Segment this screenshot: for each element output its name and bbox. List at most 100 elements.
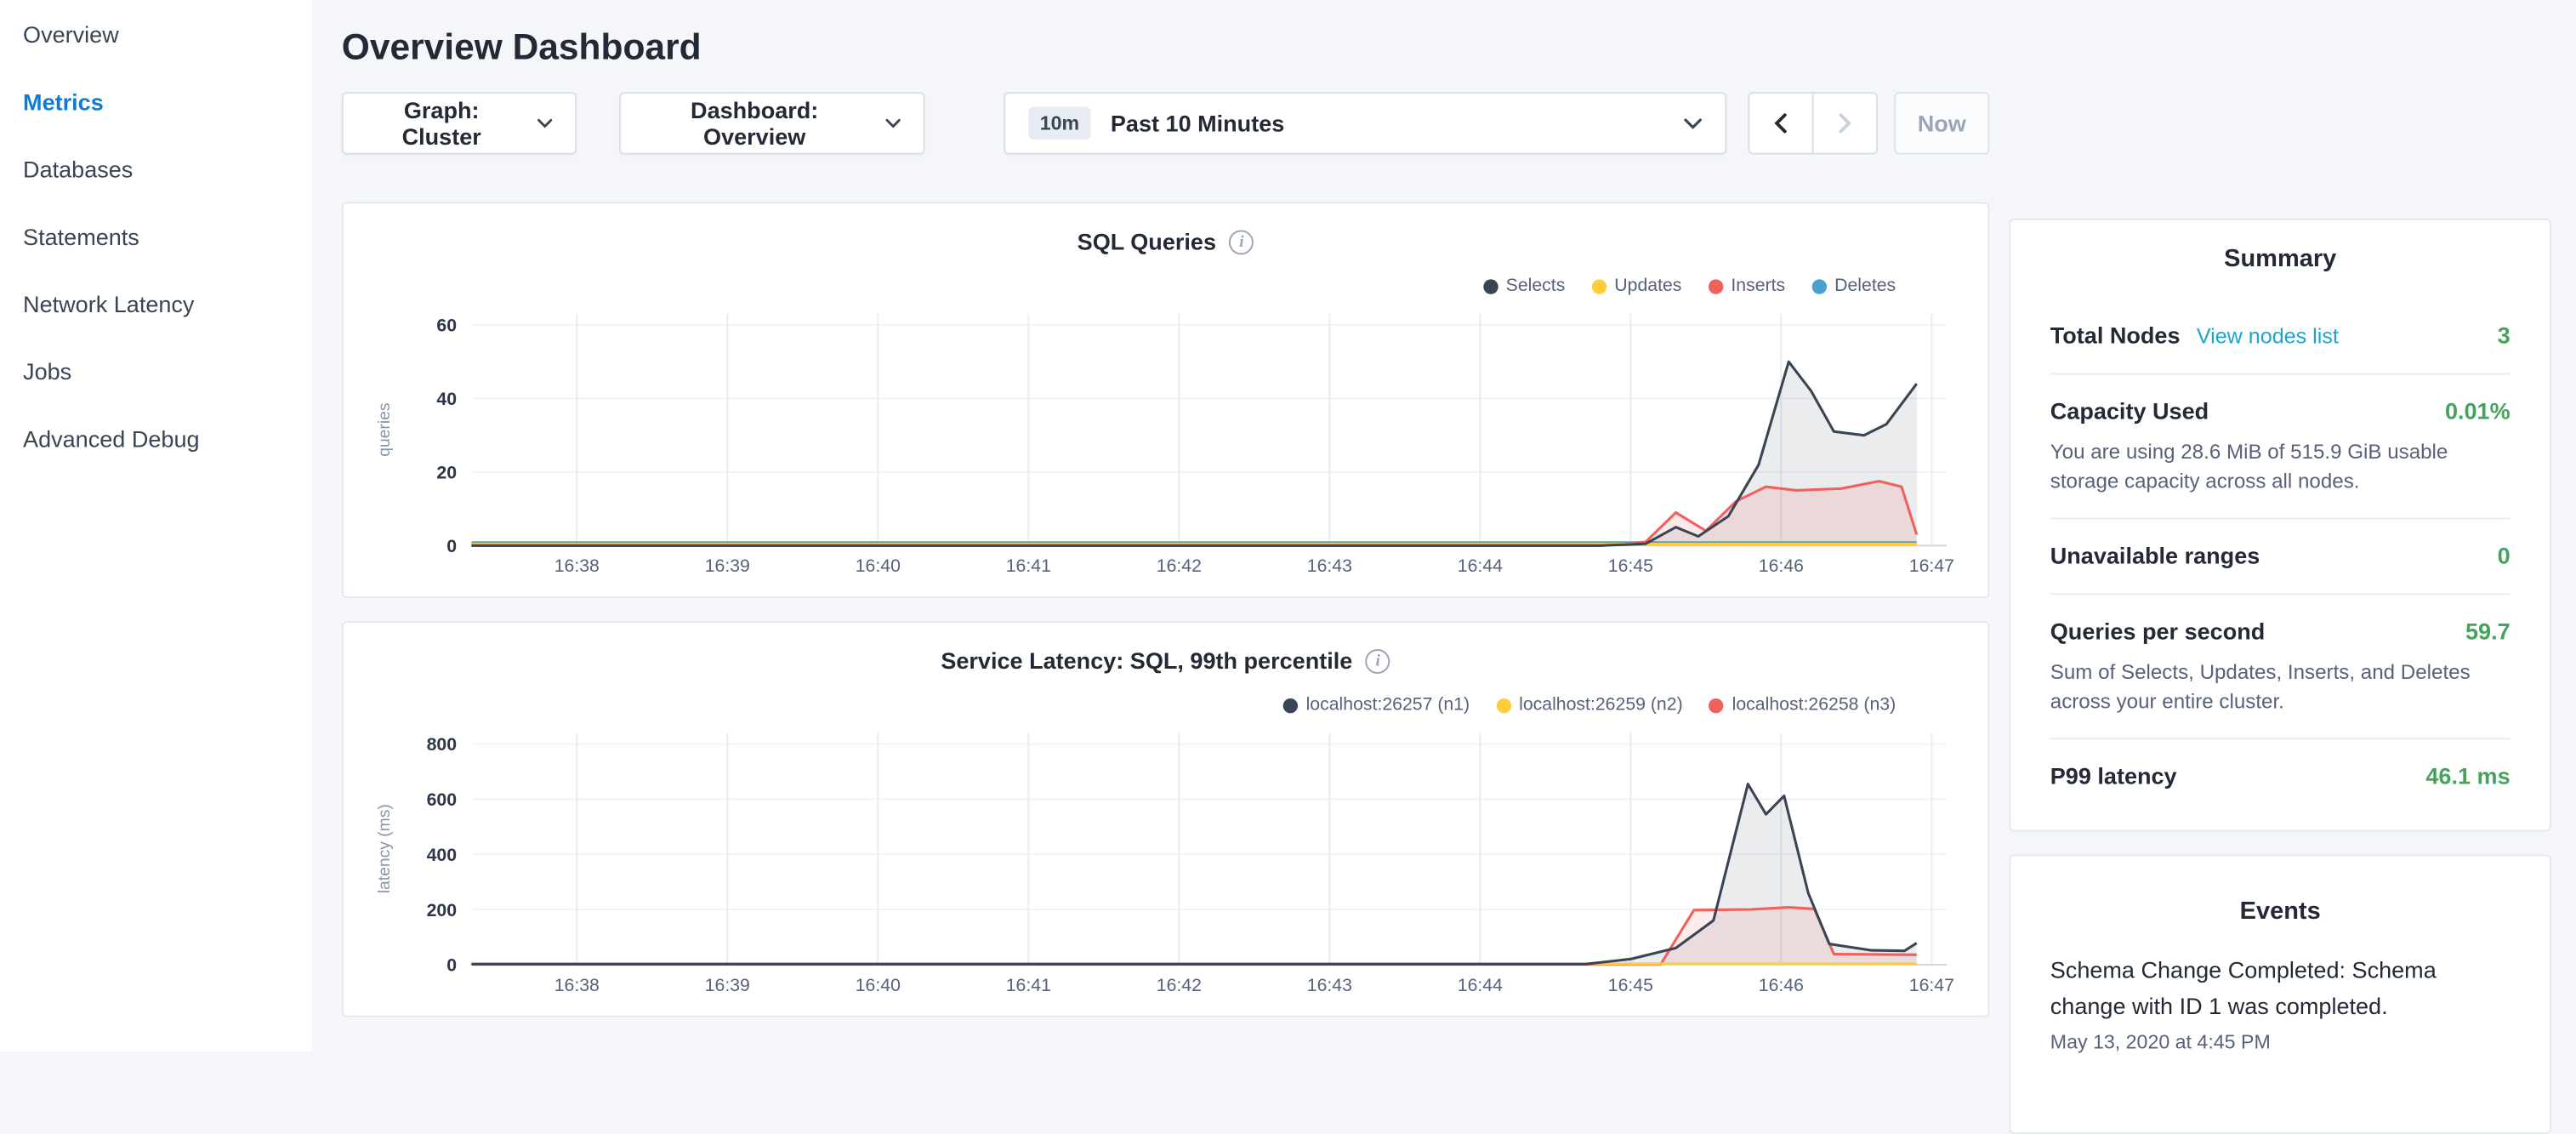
chart-title-row: Service Latency: SQL, 99th percentile i <box>370 623 1962 677</box>
sidebar-item-network-latency[interactable]: Network Latency <box>0 271 312 339</box>
summary-value: 0 <box>2498 542 2511 568</box>
chart-legend: localhost:26257 (n1) localhost:26259 (n2)… <box>370 693 1962 716</box>
events-panel: Events Schema Change Completed: Schema c… <box>2009 854 2550 1133</box>
x-tick-label: 16:45 <box>1608 975 1653 995</box>
x-tick-label: 16:44 <box>1458 556 1503 576</box>
chart-legend: Selects Updates Inserts Deletes <box>370 275 1962 298</box>
summary-row-capacity-used: Capacity Used 0.01% You are using 28.6 M… <box>2050 373 2511 517</box>
graph-scope-dropdown[interactable]: Graph: Cluster <box>342 92 577 154</box>
time-controls: 10m Past 10 Minutes Now <box>1004 92 1989 154</box>
time-range-badge: 10m <box>1028 107 1090 140</box>
summary-row-p99-latency: P99 latency 46.1 ms <box>2050 738 2511 813</box>
now-button[interactable]: Now <box>1894 92 1989 154</box>
chevron-down-icon <box>884 118 900 128</box>
legend-item[interactable]: Deletes <box>1811 275 1896 298</box>
legend-dot-icon <box>1496 698 1510 712</box>
summary-title: Summary <box>2050 243 2511 276</box>
time-next-button[interactable] <box>1812 92 1878 154</box>
y-tick-label: 800 <box>427 734 457 755</box>
summary-label: Unavailable ranges <box>2050 541 2260 573</box>
chart-card-sql-queries: SQL Queries i Selects Updates Inserts Delet… <box>342 202 1989 599</box>
legend-item[interactable]: Inserts <box>1708 275 1785 298</box>
legend-item[interactable]: localhost:26258 (n3) <box>1709 693 1896 716</box>
summary-value: 46.1 ms <box>2425 762 2510 789</box>
series-line-Selects <box>471 362 1916 545</box>
sidebar-item-databases[interactable]: Databases <box>0 136 312 203</box>
legend-dot-icon <box>1283 698 1298 712</box>
summary-value: 3 <box>2498 322 2511 349</box>
chart-plot[interactable]: 020040060080016:3816:3916:4016:4116:4216… <box>370 723 1964 1002</box>
summary-row-unavailable-ranges: Unavailable ranges 0 <box>2050 517 2511 593</box>
sidebar: Overview Metrics Databases Statements Ne… <box>0 0 312 1051</box>
graph-scope-label: Graph: Cluster <box>367 97 517 150</box>
chart-plot[interactable]: 020406016:3816:3916:4016:4116:4216:4316:… <box>370 304 1964 583</box>
right-panel: Summary Total Nodes View nodes list 3 Ca… <box>2009 219 2550 1134</box>
y-axis-title: latency (ms) <box>376 804 394 893</box>
page-title: Overview Dashboard <box>342 0 1989 71</box>
summary-label: P99 latency <box>2050 761 2177 792</box>
x-tick-label: 16:47 <box>1909 975 1954 995</box>
chart-title-row: SQL Queries i <box>370 204 1962 259</box>
summary-description: You are using 28.6 MiB of 515.9 GiB usab… <box>2050 437 2511 497</box>
summary-value: 0.01% <box>2445 397 2511 424</box>
chevron-down-icon <box>537 118 552 128</box>
info-icon[interactable]: i <box>1229 229 1254 254</box>
app-root: Overview Metrics Databases Statements Ne… <box>0 0 2576 1051</box>
sidebar-item-overview[interactable]: Overview <box>0 2 312 69</box>
y-tick-label: 200 <box>427 900 457 920</box>
legend-label: Deletes <box>1834 275 1896 298</box>
view-nodes-list-link[interactable]: View nodes list <box>2197 324 2339 349</box>
legend-label: Selects <box>1506 275 1566 298</box>
sidebar-item-advanced-debug[interactable]: Advanced Debug <box>0 406 312 473</box>
x-tick-label: 16:42 <box>1157 556 1202 576</box>
time-stepper <box>1748 92 1878 154</box>
legend-label: localhost:26258 (n3) <box>1732 693 1896 716</box>
main-content: Overview Dashboard Graph: Cluster Dashbo… <box>342 0 1989 1017</box>
x-tick-label: 16:41 <box>1006 556 1051 576</box>
sidebar-item-metrics[interactable]: Metrics <box>0 69 312 136</box>
chart-card-service-latency: Service Latency: SQL, 99th percentile i … <box>342 621 1989 1017</box>
x-tick-label: 16:39 <box>705 556 750 576</box>
time-range-label: Past 10 Minutes <box>1111 110 1284 136</box>
legend-label: localhost:26257 (n1) <box>1306 693 1470 716</box>
summary-label: Total Nodes <box>2050 321 2181 352</box>
summary-panel: Summary Total Nodes View nodes list 3 Ca… <box>2009 219 2550 832</box>
x-tick-label: 16:40 <box>856 556 901 576</box>
time-range-dropdown[interactable]: 10m Past 10 Minutes <box>1004 92 1726 154</box>
chevron-right-icon <box>1839 113 1851 133</box>
x-tick-label: 16:40 <box>856 975 901 995</box>
legend-dot-icon <box>1811 278 1826 293</box>
summary-row-queries-per-second: Queries per second 59.7 Sum of Selects, … <box>2050 593 2511 738</box>
legend-dot-icon <box>1709 698 1724 712</box>
event-message: Schema Change Completed: Schema change w… <box>2050 951 2511 1023</box>
x-tick-label: 16:43 <box>1307 556 1352 576</box>
summary-label: Capacity Used <box>2050 396 2209 428</box>
dashboard-dropdown[interactable]: Dashboard: Overview <box>619 92 924 154</box>
legend-dot-icon <box>1708 278 1722 293</box>
legend-label: Updates <box>1614 275 1681 298</box>
y-tick-label: 400 <box>427 845 457 865</box>
chevron-left-icon <box>1774 113 1787 133</box>
y-tick-label: 20 <box>436 463 457 483</box>
x-tick-label: 16:38 <box>554 975 600 995</box>
legend-item[interactable]: Selects <box>1483 275 1566 298</box>
legend-label: localhost:26259 (n2) <box>1519 693 1683 716</box>
y-tick-label: 0 <box>446 955 457 976</box>
x-tick-label: 16:44 <box>1458 975 1503 995</box>
x-tick-label: 16:46 <box>1759 556 1804 576</box>
legend-item[interactable]: localhost:26259 (n2) <box>1496 693 1683 716</box>
time-prev-button[interactable] <box>1748 92 1813 154</box>
legend-item[interactable]: Updates <box>1591 275 1681 298</box>
info-icon[interactable]: i <box>1366 648 1390 673</box>
sidebar-item-jobs[interactable]: Jobs <box>0 339 312 406</box>
summary-label: Queries per second <box>2050 616 2266 647</box>
legend-item[interactable]: localhost:26257 (n1) <box>1283 693 1470 716</box>
x-tick-label: 16:46 <box>1759 975 1804 995</box>
chart-title: Service Latency: SQL, 99th percentile <box>941 644 1352 677</box>
y-tick-label: 600 <box>427 789 457 810</box>
y-axis-title: queries <box>376 402 394 456</box>
x-tick-label: 16:43 <box>1307 975 1352 995</box>
event-item[interactable]: Schema Change Completed: Schema change w… <box>2050 951 2511 1053</box>
x-tick-label: 16:45 <box>1608 556 1653 576</box>
sidebar-item-statements[interactable]: Statements <box>0 204 312 271</box>
